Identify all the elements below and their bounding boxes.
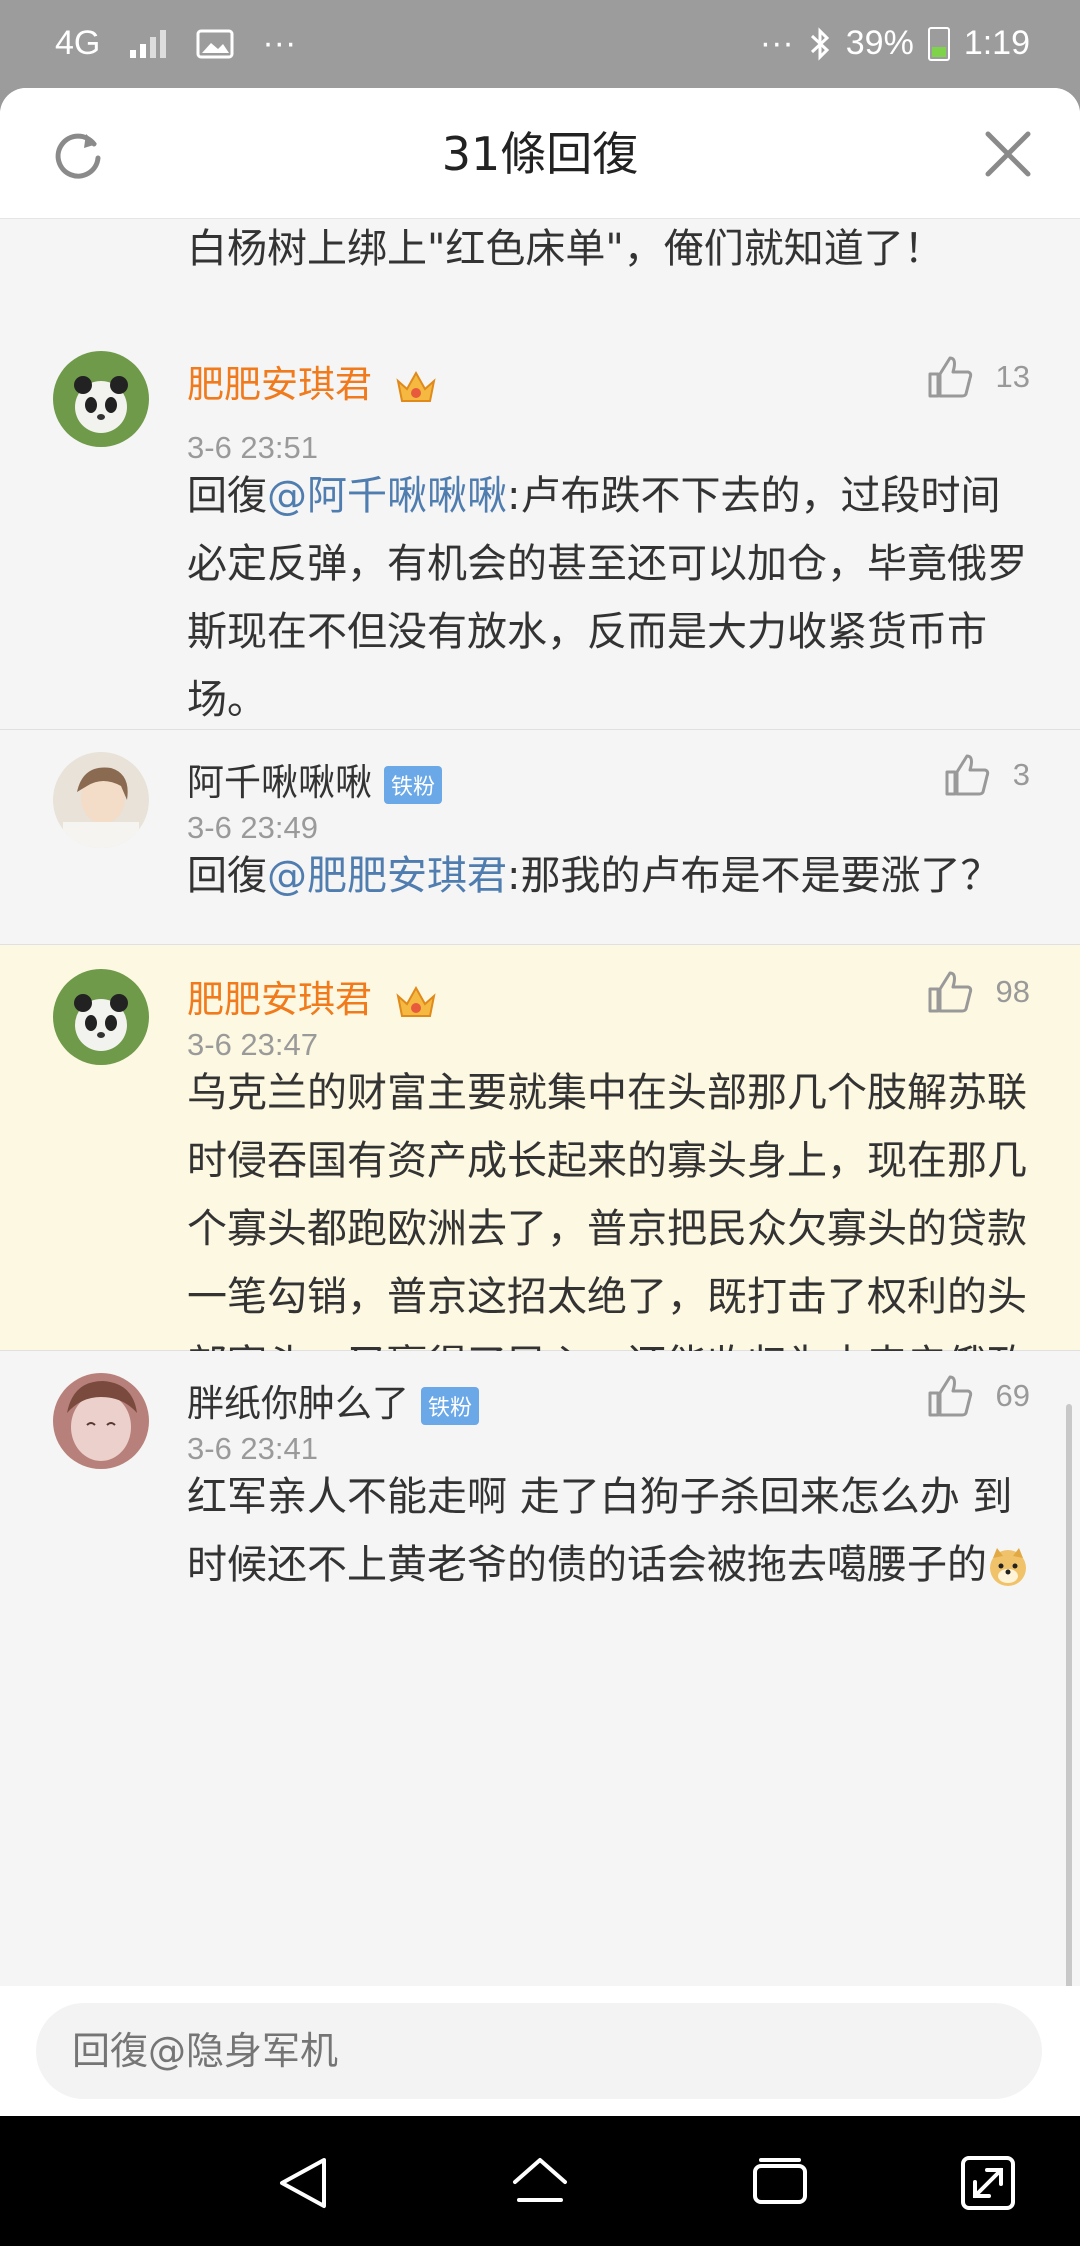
like-button[interactable]: 3 [943, 752, 1030, 798]
navigation-bar [0, 2116, 1080, 2246]
list-item[interactable]: 阿千啾啾啾 铁粉 3-6 23:49 3 回復@肥肥安琪君:那我的卢布是不是要涨了… [0, 730, 1080, 945]
battery-percent: 39% [845, 24, 914, 62]
face-avatar-image [53, 1373, 149, 1469]
user-name[interactable]: 肥肥安琪君 [187, 969, 438, 1023]
list-item[interactable]: 肥肥安琪君 3-6 23:51 13 回復@阿千啾啾啾:卢布跌不下去的，过段时间… [0, 306, 1080, 730]
battery-icon [927, 26, 950, 61]
reply-bar [0, 1986, 1080, 2116]
list-item[interactable]: 胖纸你肿么了 铁粉 3-6 23:41 69 红军亲人不能走啊 走了白狗子杀回来怎… [0, 1351, 1080, 2074]
comment-time: 3-6 23:47 [187, 1027, 318, 1062]
comment-time: 3-6 23:41 [187, 1431, 318, 1466]
crown-badge-icon [396, 370, 436, 402]
like-button[interactable]: 69 [926, 1373, 1030, 1419]
like-button[interactable]: 13 [926, 354, 1030, 400]
bluetooth-icon [810, 26, 829, 61]
more-status: ··· [759, 24, 794, 62]
thumbs-up-icon [928, 356, 972, 398]
thumbs-up-icon [928, 1375, 972, 1417]
status-bar: 4G ··· ··· 39% 1:19 [0, 0, 1080, 90]
thumbs-up-icon [945, 754, 989, 796]
user-name[interactable]: 阿千啾啾啾 铁粉 [187, 752, 443, 806]
list-item: 白杨树上绑上"红色床单"，俺们就知道了！ [0, 218, 1080, 307]
fan-badge: 铁粉 [384, 765, 443, 804]
home-icon[interactable] [505, 2148, 575, 2218]
comment-time: 3-6 23:51 [187, 430, 318, 465]
mention-link[interactable]: @肥肥安琪君 [267, 853, 507, 899]
comment-text: 回復@阿千啾啾啾:卢布跌不下去的，过段时间必定反弹，有机会的甚至还可以加仓，毕竟… [187, 473, 1027, 723]
sheet-title: 31條回復 [441, 127, 639, 181]
thumbs-up-icon [928, 971, 972, 1013]
panda-avatar-image [53, 969, 149, 1065]
girl-avatar-image [53, 752, 149, 848]
like-count: 98 [995, 974, 1030, 1009]
image-notification-icon [196, 29, 234, 58]
doge-emoji-icon [990, 1548, 1026, 1586]
user-name[interactable]: 肥肥安琪君 [187, 354, 438, 408]
crown-badge-icon [396, 985, 436, 1017]
panda-avatar-image [53, 351, 149, 447]
like-button[interactable]: 98 [926, 969, 1030, 1015]
comment-time: 3-6 23:49 [187, 810, 318, 845]
more-notifications: ··· [262, 24, 297, 62]
like-count: 3 [1012, 757, 1030, 792]
recent-apps-icon[interactable] [745, 2148, 815, 2218]
back-icon[interactable] [268, 2148, 338, 2218]
avatar[interactable] [53, 752, 149, 848]
like-count: 13 [995, 359, 1030, 394]
close-icon[interactable] [982, 128, 1034, 180]
reply-input[interactable] [36, 2003, 1042, 2099]
avatar[interactable] [53, 1373, 149, 1469]
expand-icon[interactable] [953, 2148, 1023, 2218]
sheet-header: 31條回復 [0, 88, 1080, 219]
scrollbar[interactable] [1066, 1404, 1072, 2072]
like-count: 69 [995, 1378, 1030, 1413]
avatar[interactable] [53, 969, 149, 1065]
comment-text: 白杨树上绑上"红色床单"，俺们就知道了！ [187, 226, 944, 272]
user-name[interactable]: 胖纸你肿么了 铁粉 [187, 1373, 480, 1427]
mention-link[interactable]: @阿千啾啾啾 [267, 473, 507, 519]
signal-icon [130, 29, 167, 58]
clock: 1:19 [963, 24, 1030, 62]
fan-badge: 铁粉 [421, 1386, 480, 1425]
avatar[interactable] [53, 351, 149, 447]
comment-text: 回復@肥肥安琪君:那我的卢布是不是要涨了？ [187, 853, 1001, 899]
comment-list[interactable]: 白杨树上绑上"红色床单"，俺们就知道了！ 肥肥安琪君 3-6 23:51 13 … [0, 218, 1080, 2074]
comments-sheet: 31條回復 白杨树上绑上"红色床单"，俺们就知道了！ 肥肥安琪君 3-6 23:… [0, 88, 1080, 2116]
network-indicator: 4G [55, 24, 101, 62]
comment-text: 红军亲人不能走啊 走了白狗子杀回来怎么办 到时候还不上黄老爷的债的话会被拖去噶腰… [187, 1463, 1037, 1599]
list-item[interactable]: 肥肥安琪君 3-6 23:47 98 乌克兰的财富主要就集中在头部那几个肢解苏联… [0, 945, 1080, 1456]
